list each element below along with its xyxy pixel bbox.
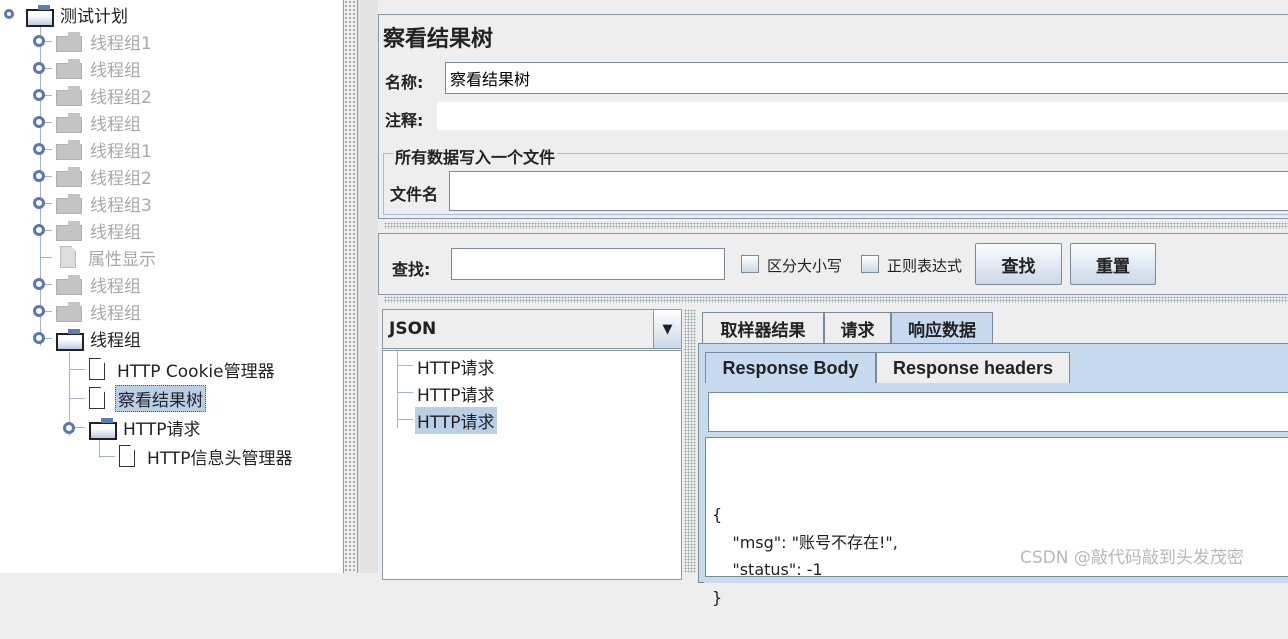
test-plan-tree: 测试计划 线程组1 线程组 线程组2 线程组 线程组1 线程组2 线程组3 线程组 属性显示 线程… <box>0 0 343 573</box>
tree-item-thread-group[interactable]: 线程组 <box>56 218 143 243</box>
expand-icon[interactable] <box>33 143 45 155</box>
expand-icon[interactable] <box>4 9 14 19</box>
folder-icon <box>56 275 82 295</box>
search-input[interactable] <box>451 248 725 280</box>
tree-item-1[interactable]: 察看结果树 <box>89 384 206 412</box>
tree-item-0[interactable]: HTTP Cookie管理器 <box>89 357 277 382</box>
folder-icon <box>89 418 117 440</box>
expand-icon[interactable] <box>33 197 45 209</box>
tree-item-thread-group[interactable]: 线程组1 <box>56 137 154 162</box>
find-button[interactable]: 查找 <box>975 243 1062 285</box>
listener-config-panel: 察看结果树 名称: 注释: 所有数据写入一个文件 文件名 <box>378 14 1288 219</box>
tree-item-2[interactable]: HTTP请求 <box>89 415 203 440</box>
filename-label: 文件名 <box>390 185 439 204</box>
renderer-select[interactable]: JSON ▼ <box>382 309 682 349</box>
tree-item-thread-group[interactable]: 线程组 <box>56 326 143 351</box>
tab-2[interactable]: 响应数据 <box>891 312 993 344</box>
subtab-0[interactable]: Response Body <box>705 352 876 384</box>
expand-icon[interactable] <box>33 89 45 101</box>
folder-icon <box>56 140 82 160</box>
subtab-1[interactable]: Response headers <box>876 352 1070 384</box>
splitter[interactable] <box>684 309 696 573</box>
expand-icon[interactable] <box>33 278 45 290</box>
folder-icon <box>26 5 54 27</box>
expand-icon[interactable] <box>33 62 45 74</box>
folder-icon <box>56 194 82 214</box>
tree-item-thread-group[interactable]: 线程组 <box>56 110 143 135</box>
document-icon <box>60 246 76 268</box>
folder-icon <box>56 86 82 106</box>
splitter[interactable] <box>343 0 358 573</box>
document-icon <box>89 387 105 409</box>
expand-icon[interactable] <box>63 422 75 434</box>
tree-item-thread-group[interactable]: 线程组3 <box>56 191 154 216</box>
regex-checkbox[interactable] <box>861 255 879 273</box>
case-sensitive-label: 区分大小写 <box>767 257 843 275</box>
tree-item-thread-group[interactable]: 线程组2 <box>56 83 154 108</box>
result-item[interactable]: HTTP请求 <box>415 380 497 407</box>
splitter[interactable] <box>384 296 1288 303</box>
expand-icon[interactable] <box>33 224 45 236</box>
document-icon <box>89 358 105 380</box>
file-section-title: 所有数据写入一个文件 <box>393 144 558 168</box>
expand-icon[interactable] <box>33 332 45 344</box>
search-panel: 查找: 区分大小写 正则表达式 查找 重置 <box>378 233 1288 295</box>
response-line: { <box>712 505 723 524</box>
tree-root-test-plan[interactable]: 测试计划 <box>4 2 130 27</box>
tree-item-header-manager[interactable]: HTTP信息头管理器 <box>119 444 295 469</box>
expand-icon[interactable] <box>33 116 45 128</box>
comment-label: 注释: <box>385 111 424 130</box>
chevron-down-icon[interactable]: ▼ <box>653 310 681 348</box>
regex-label: 正则表达式 <box>887 257 963 275</box>
folder-icon <box>56 167 82 187</box>
result-item[interactable]: HTTP请求 <box>415 353 497 380</box>
page-title: 察看结果树 <box>383 27 494 52</box>
reset-button[interactable]: 重置 <box>1070 243 1156 285</box>
watermark: CSDN @敲代码敲到头发茂密 <box>1020 548 1244 568</box>
tree-item-thread-group[interactable]: 属性显示 <box>56 245 158 270</box>
name-label: 名称: <box>385 73 424 92</box>
name-input[interactable] <box>445 62 1288 94</box>
folder-icon <box>56 32 82 52</box>
splitter[interactable] <box>384 222 1288 229</box>
tree-item-thread-group[interactable]: 线程组2 <box>56 164 154 189</box>
case-sensitive-checkbox[interactable] <box>741 255 759 273</box>
tree-item-thread-group[interactable]: 线程组 <box>56 272 143 297</box>
folder-icon <box>56 302 82 322</box>
comment-input[interactable] <box>437 102 1288 130</box>
folder-icon <box>56 59 82 79</box>
tab-1[interactable]: 请求 <box>824 312 891 344</box>
results-list: HTTP请求 HTTP请求 HTTP请求 <box>382 350 682 580</box>
renderer-value: JSON <box>389 319 437 339</box>
tree-item-thread-group[interactable]: 线程组1 <box>56 29 154 54</box>
expand-icon[interactable] <box>33 35 45 47</box>
response-line: } <box>712 587 723 607</box>
expand-icon[interactable] <box>33 170 45 182</box>
tab-0[interactable]: 取样器结果 <box>702 312 824 344</box>
folder-icon <box>56 113 82 133</box>
search-label: 查找: <box>392 260 431 279</box>
folder-icon <box>56 221 82 241</box>
response-search-input[interactable] <box>708 392 1288 432</box>
folder-icon <box>56 329 84 351</box>
document-icon <box>119 445 135 467</box>
tree-item-thread-group[interactable]: 线程组 <box>56 56 143 81</box>
result-item[interactable]: HTTP请求 <box>415 407 497 434</box>
tree-item-thread-group[interactable]: 线程组 <box>56 299 143 324</box>
filename-input[interactable] <box>449 171 1288 211</box>
expand-icon[interactable] <box>33 305 45 317</box>
